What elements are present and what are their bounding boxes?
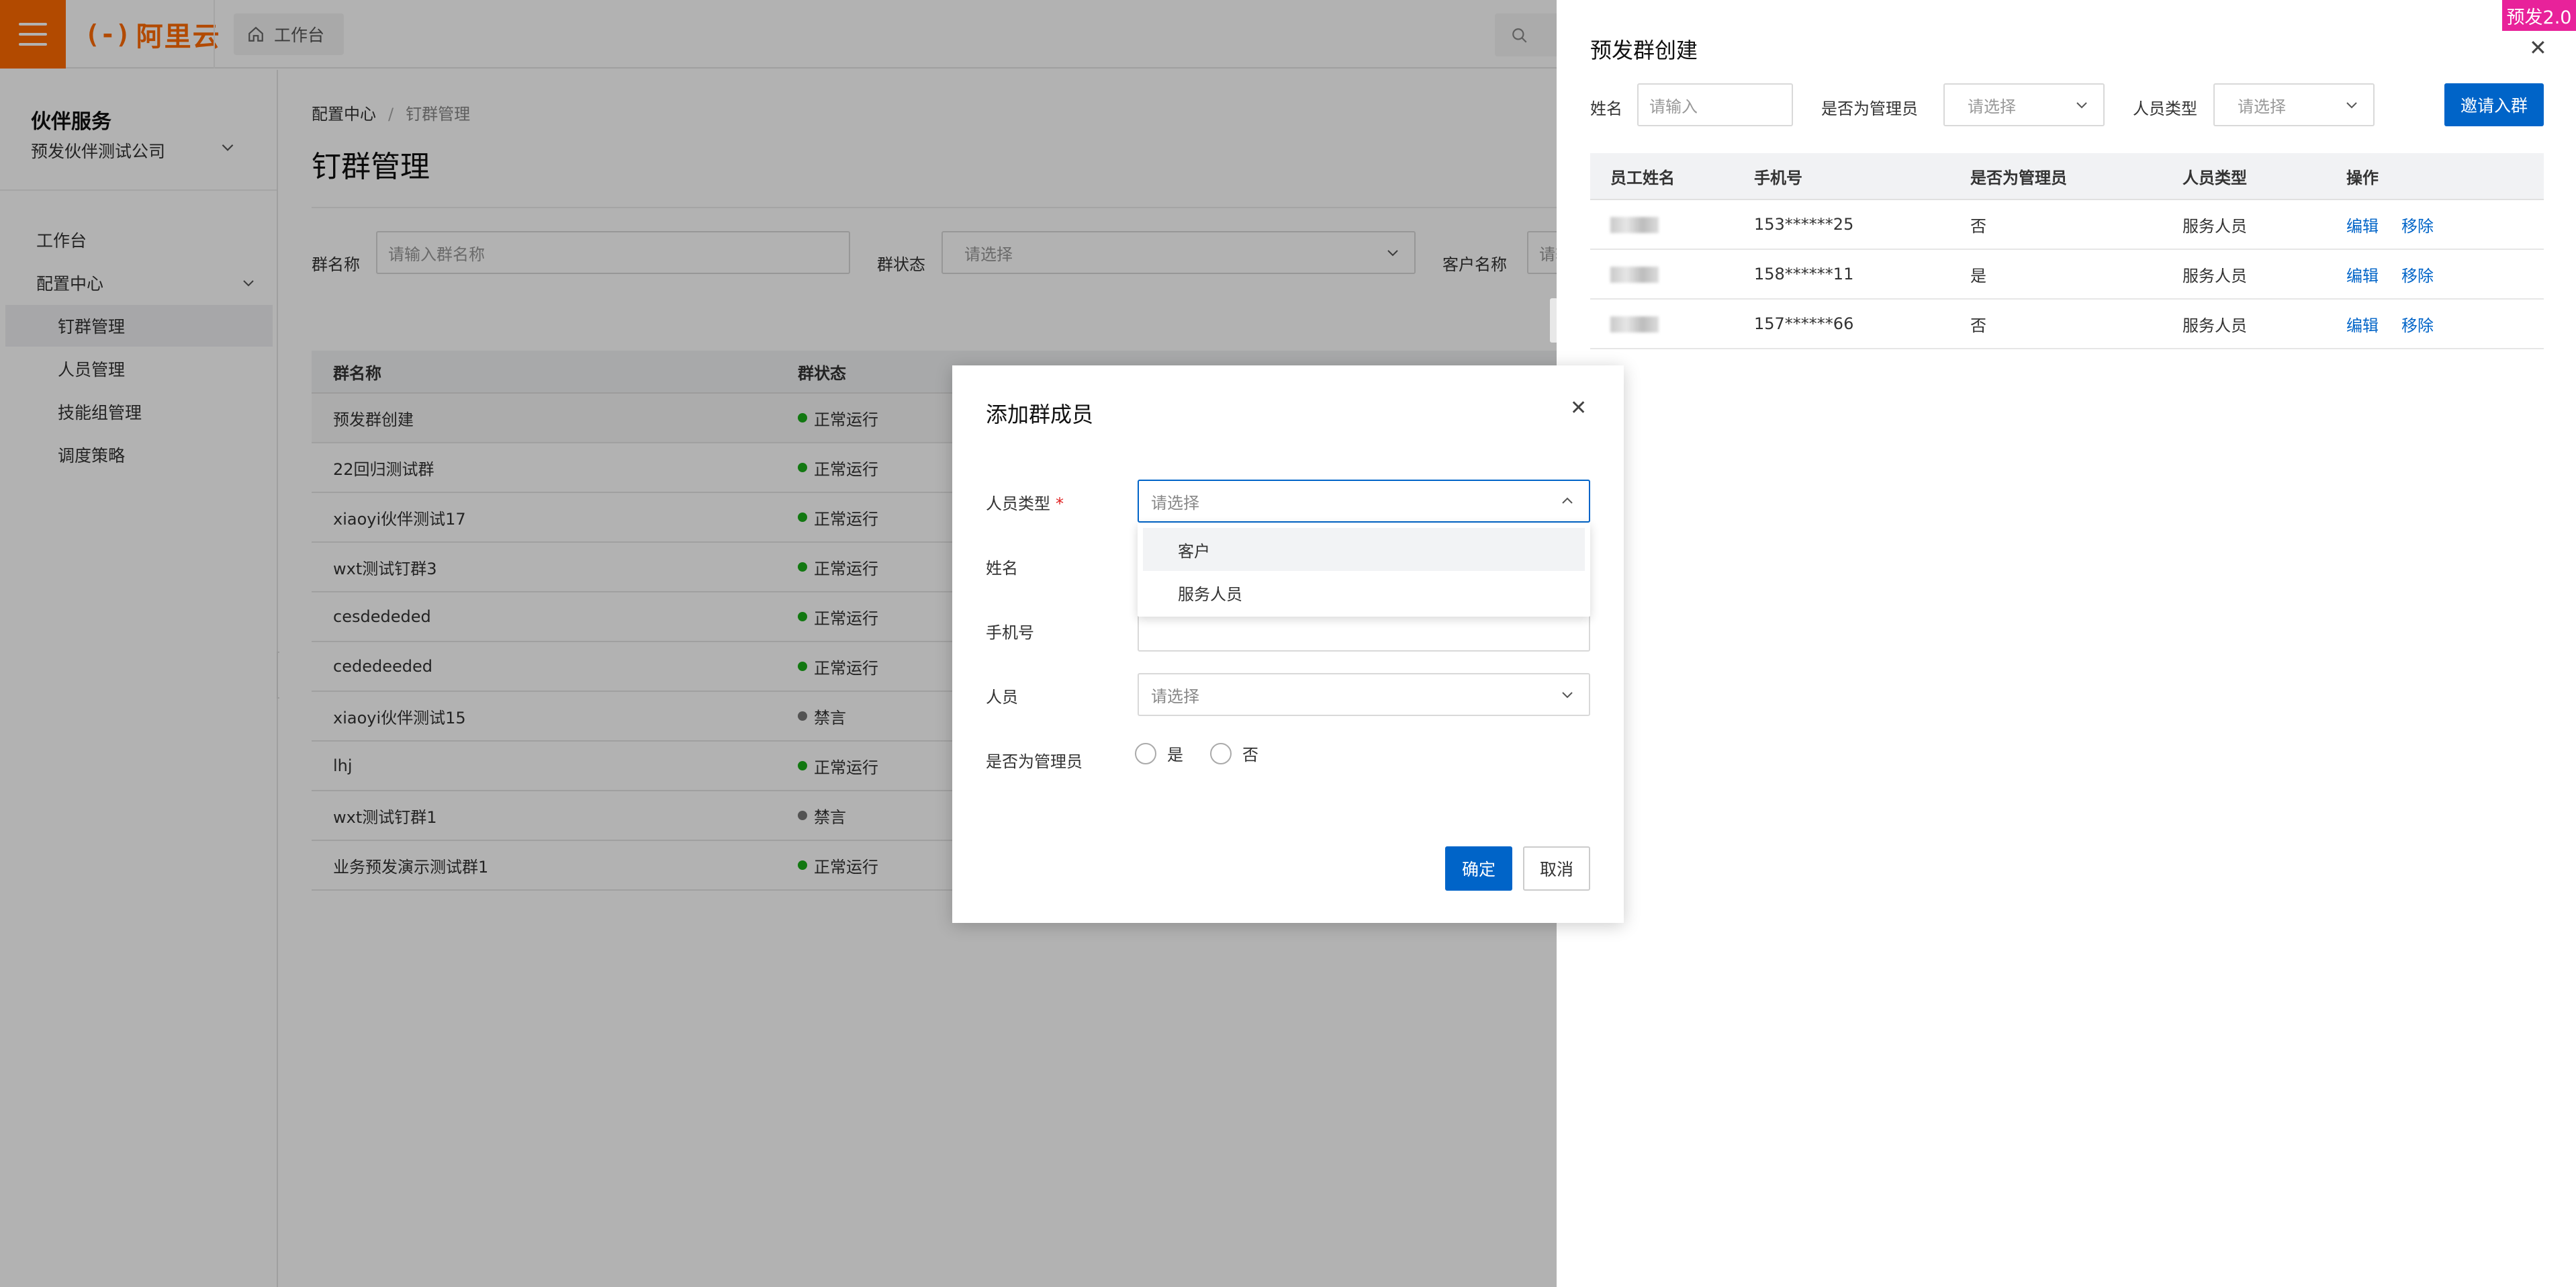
column-header: 手机号 — [1754, 168, 1802, 187]
dropdown-option-customer[interactable]: 客户 — [1143, 528, 1585, 571]
name-filter-input[interactable]: 请输入 — [1637, 83, 1793, 126]
column-header: 员工姓名 — [1610, 168, 1675, 187]
confirm-button[interactable]: 确定 — [1445, 846, 1512, 891]
chevron-down-icon — [2076, 102, 2087, 109]
edit-link[interactable]: 编辑 — [2346, 213, 2379, 236]
table-row: 158******11 是 服务人员 编辑 移除 — [1590, 250, 2544, 300]
edit-link[interactable]: 编辑 — [2346, 263, 2379, 286]
invite-button[interactable]: 邀请入群 — [2444, 83, 2544, 126]
dropdown-option-service-staff[interactable]: 服务人员 — [1143, 571, 1585, 614]
person-type-dropdown: 客户 服务人员 — [1138, 523, 1590, 617]
phone-cell: 157******66 — [1754, 314, 1854, 333]
blurred-name — [1610, 316, 1659, 332]
actions-cell: 编辑 移除 — [2346, 263, 2544, 286]
column-header: 操作 — [2346, 168, 2379, 187]
placeholder: 请选择 — [2238, 97, 2286, 116]
employee-name-cell — [1590, 215, 1754, 234]
placeholder: 请选择 — [1151, 493, 1199, 513]
blurred-name — [1610, 267, 1659, 283]
label-text: 人员类型 — [986, 494, 1050, 513]
type-cell: 服务人员 — [2182, 216, 2247, 236]
radio-label: 是 — [1167, 746, 1183, 764]
env-badge: 预发2.0 — [2502, 0, 2576, 31]
person-type-select[interactable]: 请选择 — [1138, 480, 1590, 523]
close-icon[interactable]: ✕ — [1570, 396, 1587, 420]
modal-title: 添加群成员 — [986, 402, 1094, 427]
employee-name-cell — [1590, 265, 1754, 283]
radio-label: 否 — [1242, 746, 1258, 764]
name-filter-label: 姓名 — [1590, 99, 1622, 118]
required-mark: * — [1056, 494, 1064, 513]
admin-cell: 是 — [1970, 266, 1986, 285]
blurred-name — [1610, 217, 1659, 233]
admin-yes-radio[interactable]: 是 — [1135, 742, 1183, 765]
edit-link[interactable]: 编辑 — [2346, 312, 2379, 336]
placeholder: 请选择 — [1151, 686, 1199, 706]
close-icon[interactable]: ✕ — [2529, 35, 2547, 60]
table-row: 157******66 否 服务人员 编辑 移除 — [1590, 300, 2544, 349]
admin-filter-label: 是否为管理员 — [1821, 99, 1918, 118]
employee-name-cell — [1590, 314, 1754, 333]
radio-icon — [1135, 742, 1156, 764]
remove-link[interactable]: 移除 — [2401, 213, 2434, 236]
admin-cell: 否 — [1970, 316, 1986, 335]
admin-field-label: 是否为管理员 — [986, 752, 1083, 771]
placeholder: 请选择 — [1968, 97, 2016, 116]
person-field-label: 人员 — [986, 688, 1018, 707]
type-field-label: 人员类型 * — [986, 490, 1064, 514]
admin-cell: 否 — [1970, 216, 1986, 236]
person-select[interactable]: 请选择 — [1138, 673, 1590, 716]
name-field-label: 姓名 — [986, 559, 1018, 578]
add-member-modal: 添加群成员 ✕ 人员类型 * 请选择 姓名 手机号 人员 请选择 是否为管理员 是… — [952, 365, 1624, 923]
admin-no-radio[interactable]: 否 — [1210, 742, 1258, 765]
remove-link[interactable]: 移除 — [2401, 312, 2434, 336]
chevron-down-icon — [2346, 102, 2357, 109]
chevron-up-icon — [1562, 497, 1573, 504]
type-cell: 服务人员 — [2182, 266, 2247, 285]
placeholder: 请输入 — [1649, 97, 1698, 116]
type-filter-label: 人员类型 — [2133, 99, 2197, 118]
chevron-down-icon — [1562, 692, 1573, 699]
group-detail-drawer: 预发群创建 ✕ 姓名 请输入 是否为管理员 请选择 人员类型 请选择 邀请入群 … — [1557, 0, 2576, 1287]
type-cell: 服务人员 — [2182, 316, 2247, 335]
table-row: 153******25 否 服务人员 编辑 移除 — [1590, 200, 2544, 250]
table-header: 员工姓名 手机号 是否为管理员 人员类型 操作 — [1590, 153, 2544, 200]
actions-cell: 编辑 移除 — [2346, 312, 2544, 336]
column-header: 人员类型 — [2182, 168, 2247, 187]
type-filter-select[interactable]: 请选择 — [2213, 83, 2375, 126]
phone-field-label: 手机号 — [986, 623, 1034, 642]
drawer-title: 预发群创建 — [1590, 38, 1698, 63]
phone-cell: 158******11 — [1754, 265, 1854, 283]
remove-link[interactable]: 移除 — [2401, 263, 2434, 286]
admin-filter-select[interactable]: 请选择 — [1943, 83, 2105, 126]
radio-icon — [1210, 742, 1232, 764]
column-header: 是否为管理员 — [1970, 168, 2067, 187]
member-table: 员工姓名 手机号 是否为管理员 人员类型 操作 153******25 否服务人员… — [1590, 153, 2544, 349]
cancel-button[interactable]: 取消 — [1523, 846, 1590, 891]
phone-cell: 153******25 — [1754, 215, 1854, 234]
actions-cell: 编辑 移除 — [2346, 213, 2544, 236]
